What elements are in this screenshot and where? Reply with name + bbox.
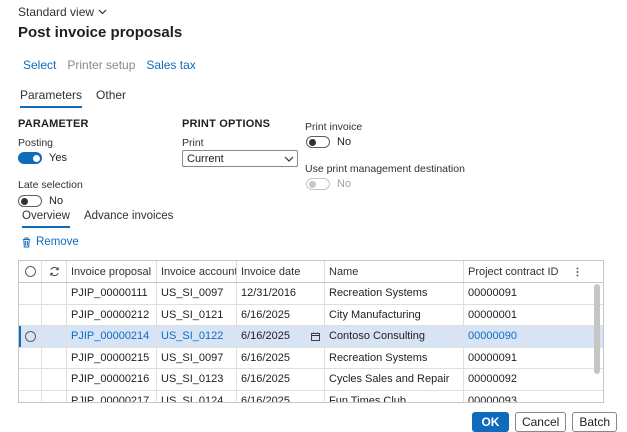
parameter-heading: PARAMETER	[18, 118, 89, 130]
late-selection-toggle[interactable]	[18, 195, 42, 207]
cell-invoice-date: 6/16/2025	[241, 394, 290, 403]
tab-other[interactable]: Other	[96, 88, 126, 108]
cell-invoice-date: 6/16/2025	[241, 351, 290, 364]
print-select-value: Current	[187, 152, 224, 165]
use-print-management-value: No	[337, 178, 352, 190]
trash-icon	[23, 237, 30, 247]
table-row[interactable]: PJIP_00000212 US_SI_0121 6/16/2025 City …	[19, 304, 603, 326]
posting-toggle[interactable]	[18, 152, 42, 164]
cell-invoice-account: US_SI_0123	[157, 369, 237, 390]
grid-tab-bar: Overview Advance invoices	[22, 210, 173, 228]
header-invoice-account[interactable]: Invoice account	[157, 261, 237, 282]
posting-label: Posting	[18, 137, 54, 149]
action-bar: Select Printer setup Sales tax	[23, 58, 196, 72]
tab-overview[interactable]: Overview	[22, 210, 70, 228]
cell-invoice-account: US_SI_0121	[157, 304, 237, 325]
cell-invoice-date: 6/16/2025	[241, 308, 290, 321]
cell-invoice-account: US_SI_0097	[157, 347, 237, 368]
cell-invoice-account-link[interactable]: US_SI_0122	[157, 326, 237, 347]
cell-invoice-proposal: PJIP_00000216	[67, 369, 157, 390]
sales-tax-button[interactable]: Sales tax	[146, 58, 195, 72]
view-label: Standard view	[18, 5, 95, 19]
cell-invoice-proposal: PJIP_00000217	[67, 390, 157, 402]
posting-toggle-row: Yes	[18, 152, 67, 164]
print-invoice-toggle[interactable]	[306, 136, 330, 148]
view-selector[interactable]: Standard view	[18, 5, 107, 19]
calendar-icon[interactable]	[311, 332, 320, 341]
tab-advance-invoices[interactable]: Advance invoices	[84, 210, 174, 228]
cell-invoice-date: 12/31/2016	[241, 287, 297, 300]
cell-project-contract-id: 00000091	[468, 287, 517, 300]
cell-name: Fun Times Club	[325, 390, 464, 402]
grid-scrollbar[interactable]	[594, 284, 600, 374]
cell-name: Contoso Consulting	[325, 326, 464, 347]
header-name[interactable]: Name	[325, 261, 464, 282]
chevron-down-icon	[98, 9, 107, 15]
table-row-selected[interactable]: PJIP_00000214 US_SI_0122 6/16/2025 Conto…	[19, 326, 603, 348]
cell-invoice-account: US_SI_0097	[157, 283, 237, 304]
cell-invoice-proposal: PJIP_00000212	[67, 304, 157, 325]
print-label: Print	[182, 137, 204, 149]
cell-project-contract-id-link[interactable]: 00000090	[464, 326, 564, 347]
select-button[interactable]: Select	[23, 58, 56, 72]
cell-name: Recreation Systems	[325, 283, 464, 304]
remove-button[interactable]: Remove	[22, 236, 79, 248]
chevron-down-icon	[284, 156, 294, 162]
grid-header-row: Invoice proposal Invoice account Invoice…	[19, 261, 603, 283]
header-invoice-proposal[interactable]: Invoice proposal	[67, 261, 157, 282]
posting-value: Yes	[49, 152, 67, 164]
cancel-button[interactable]: Cancel	[514, 412, 567, 432]
header-invoice-date[interactable]: Invoice date	[237, 261, 325, 282]
print-invoice-label: Print invoice	[305, 121, 363, 133]
cell-name: Recreation Systems	[325, 347, 464, 368]
remove-label: Remove	[36, 236, 79, 248]
select-all-radio[interactable]	[19, 261, 42, 282]
row-select-radio[interactable]	[19, 326, 42, 347]
print-options-heading: PRINT OPTIONS	[182, 118, 271, 130]
cell-project-contract-id: 00000092	[468, 373, 517, 386]
cell-invoice-proposal: PJIP_00000215	[67, 347, 157, 368]
cell-invoice-date[interactable]: 6/16/2025	[241, 330, 290, 342]
late-selection-label: Late selection	[18, 179, 83, 191]
page-title: Post invoice proposals	[18, 24, 183, 41]
cell-project-contract-id: 00000093	[468, 394, 517, 403]
table-row[interactable]: PJIP_00000216 US_SI_0123 6/16/2025 Cycle…	[19, 369, 603, 391]
cell-invoice-proposal: PJIP_00000111	[67, 283, 157, 304]
cell-project-contract-id: 00000001	[468, 308, 517, 321]
late-selection-toggle-row: No	[18, 195, 63, 207]
cell-name: Cycles Sales and Repair	[325, 369, 464, 390]
table-row[interactable]: PJIP_00000217 US_SI_0124 6/16/2025 Fun T…	[19, 390, 603, 403]
cell-invoice-proposal-link[interactable]: PJIP_00000214	[67, 326, 157, 347]
cell-name: City Manufacturing	[325, 304, 464, 325]
late-selection-value: No	[49, 195, 64, 207]
printer-setup-button[interactable]: Printer setup	[67, 58, 135, 72]
tab-parameters[interactable]: Parameters	[20, 88, 83, 108]
table-row[interactable]: PJIP_00000215 US_SI_0097 6/16/2025 Recre…	[19, 347, 603, 369]
print-select[interactable]: Current	[182, 150, 298, 167]
cell-invoice-account: US_SI_0124	[157, 390, 237, 402]
print-invoice-value: No	[337, 136, 352, 148]
refresh-icon[interactable]	[42, 261, 67, 282]
use-print-management-label: Use print management destination	[305, 163, 465, 175]
use-print-management-toggle[interactable]	[306, 178, 330, 190]
batch-button[interactable]: Batch	[572, 412, 617, 432]
use-print-management-toggle-row: No	[306, 178, 351, 190]
more-options-icon[interactable]	[564, 261, 591, 282]
header-project-contract-id[interactable]: Project contract ID	[464, 261, 564, 282]
tab-bar: Parameters Other	[20, 88, 126, 108]
cell-project-contract-id: 00000091	[468, 351, 517, 364]
invoice-proposals-grid: Invoice proposal Invoice account Invoice…	[18, 260, 604, 403]
dialog-buttons: OK Cancel Batch	[471, 412, 617, 432]
cell-invoice-date: 6/16/2025	[241, 373, 290, 386]
ok-button[interactable]: OK	[471, 412, 509, 432]
print-invoice-toggle-row: No	[306, 136, 351, 148]
table-row[interactable]: PJIP_00000111 US_SI_0097 12/31/2016 Recr…	[19, 283, 603, 305]
